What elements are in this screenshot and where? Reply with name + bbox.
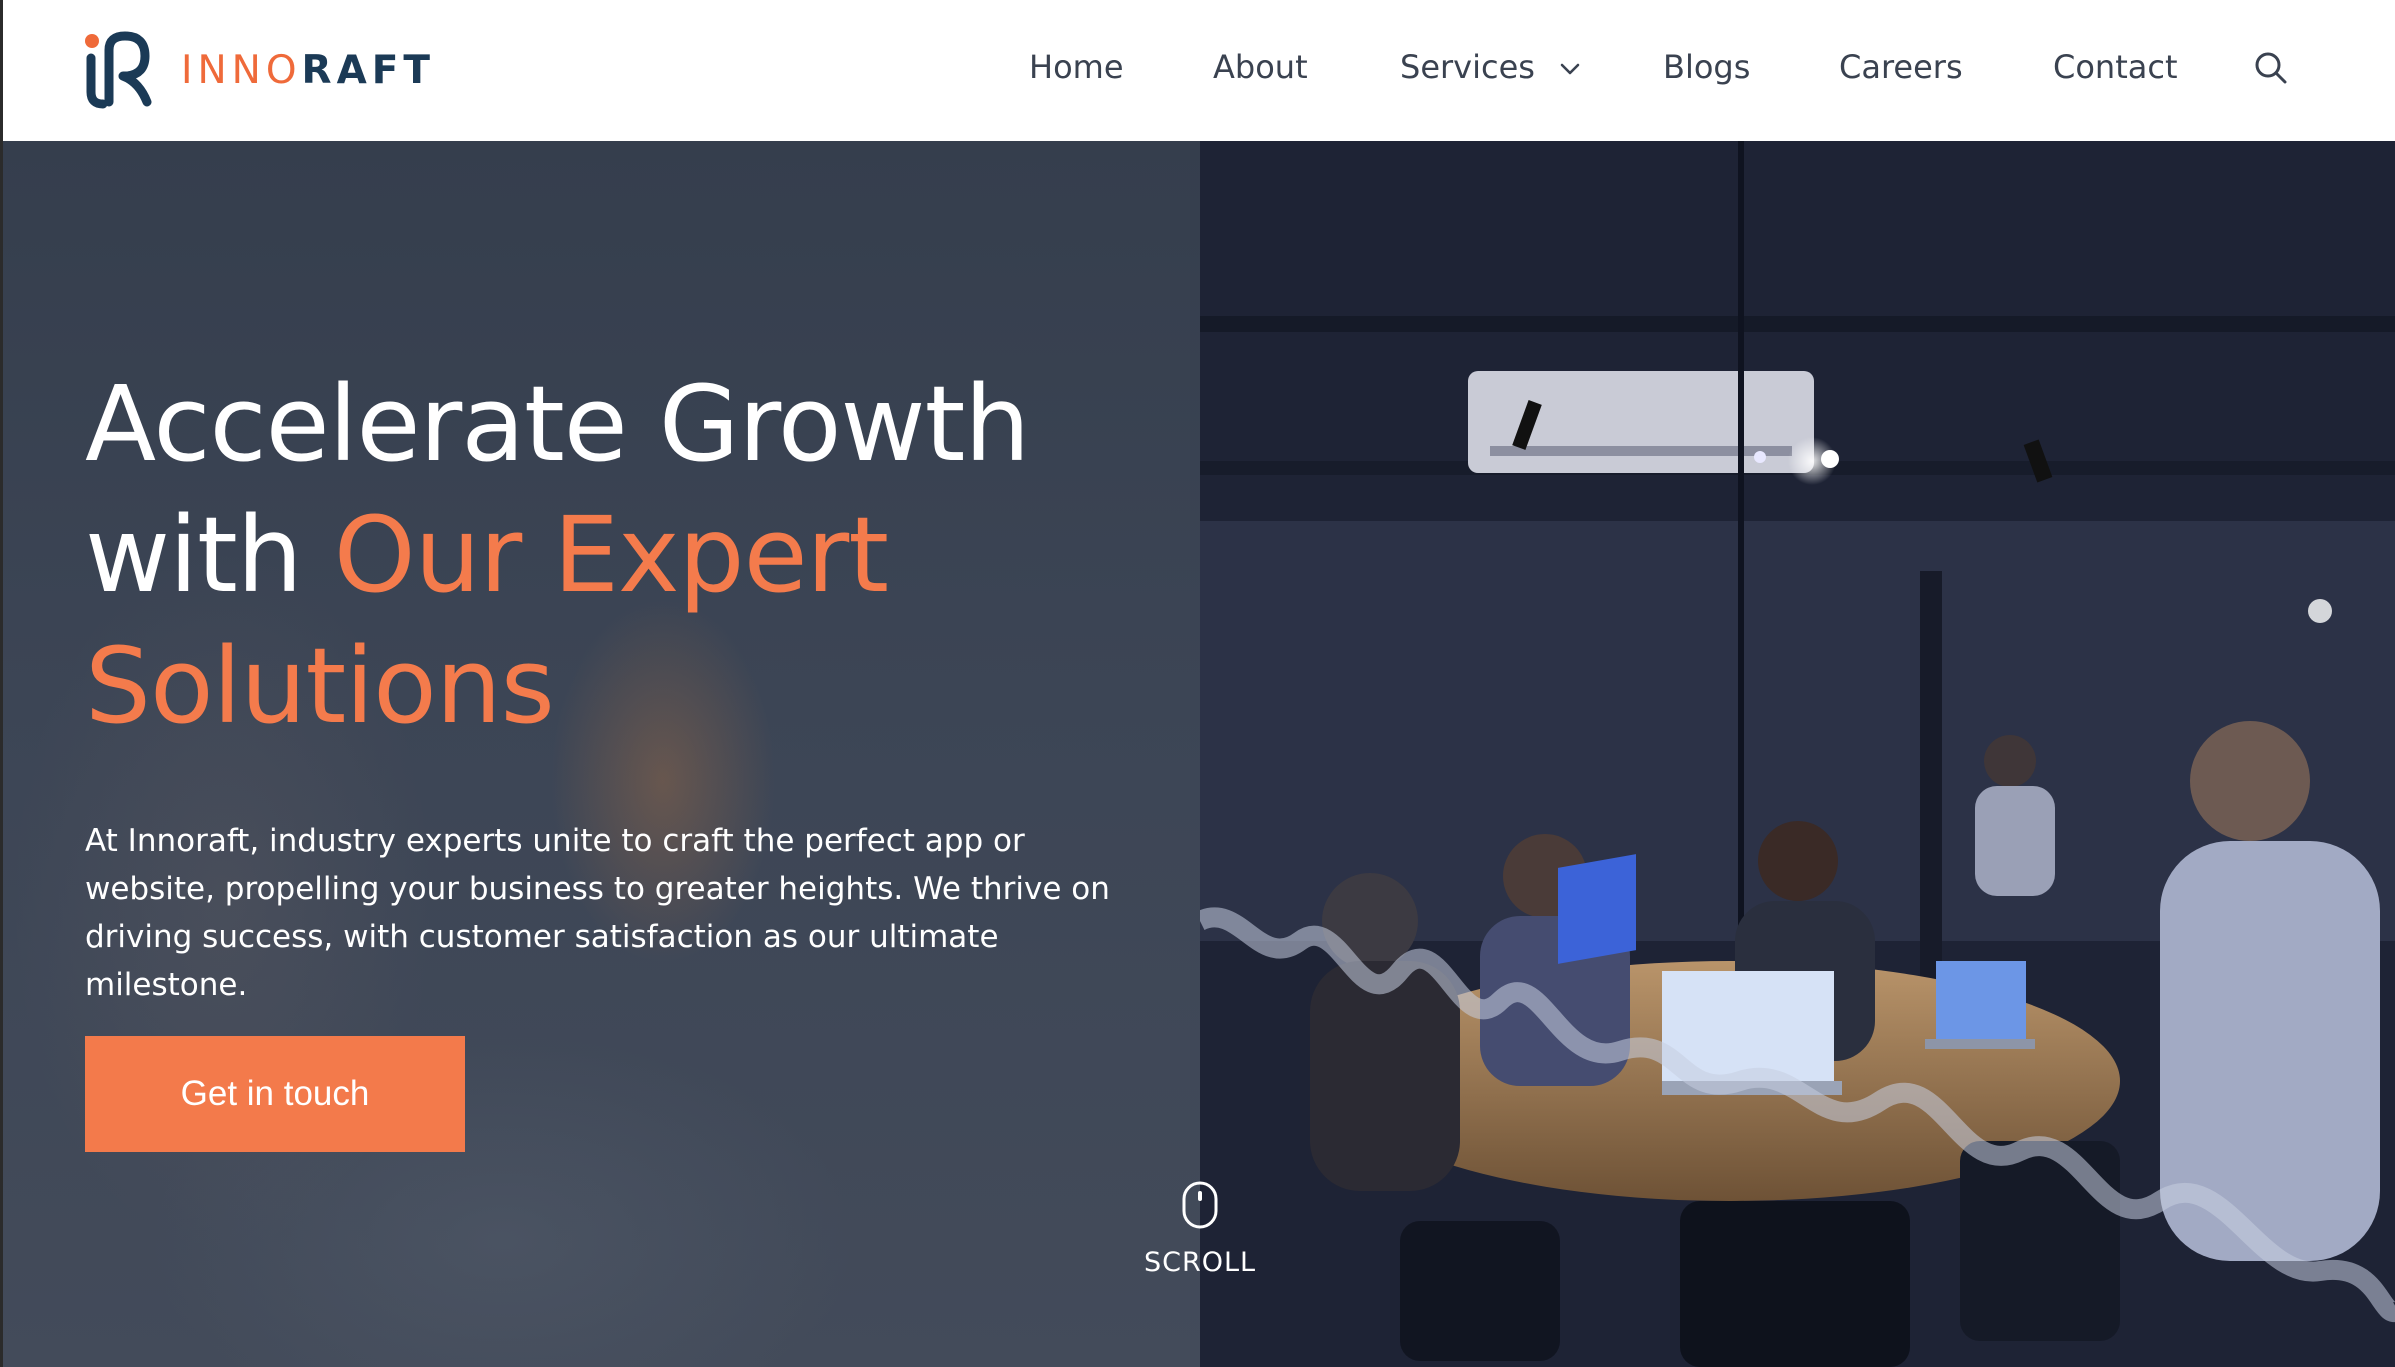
brand-name: INNORAFT (181, 47, 436, 93)
chevron-down-icon (1560, 63, 1580, 75)
site-header: INNORAFT Home About Services Blogs Caree… (0, 0, 2395, 141)
get-in-touch-button[interactable]: Get in touch (85, 1036, 465, 1152)
hero-description: At Innoraft, industry experts unite to c… (85, 823, 1110, 1003)
nav-services-label: Services (1400, 48, 1535, 86)
hero-section: Accelerate Growth with Our Expert Soluti… (0, 141, 2395, 1367)
nav-contact[interactable]: Contact (2053, 48, 2178, 86)
hero-title-line1: Accelerate Growth (85, 363, 1030, 485)
innoraft-logo-icon (85, 31, 152, 109)
nav-home[interactable]: Home (1029, 48, 1124, 86)
hero-title-line2-prefix: with (85, 494, 334, 616)
nav-careers[interactable]: Careers (1839, 48, 1963, 86)
nav-blogs[interactable]: Blogs (1663, 48, 1750, 86)
mouse-icon (1182, 1181, 1218, 1229)
meeting-photo-illustration (1200, 141, 2395, 1367)
scroll-label: SCROLL (1143, 1247, 1257, 1278)
scroll-indicator[interactable]: SCROLL (1123, 1181, 1277, 1278)
search-icon[interactable] (2253, 50, 2289, 86)
hero-title-line2-accent: Our Expert (333, 494, 889, 616)
hero-left-panel (3, 141, 1200, 1367)
brand-logo[interactable]: INNORAFT (83, 30, 435, 110)
nav-about[interactable]: About (1213, 48, 1308, 86)
hero-title-line3-accent: Solutions (85, 625, 555, 747)
nav-services[interactable]: Services (1400, 48, 1583, 86)
team-meeting-photo (1200, 141, 2395, 1367)
hero-title: Accelerate Growth with Our Expert Soluti… (85, 359, 1135, 752)
